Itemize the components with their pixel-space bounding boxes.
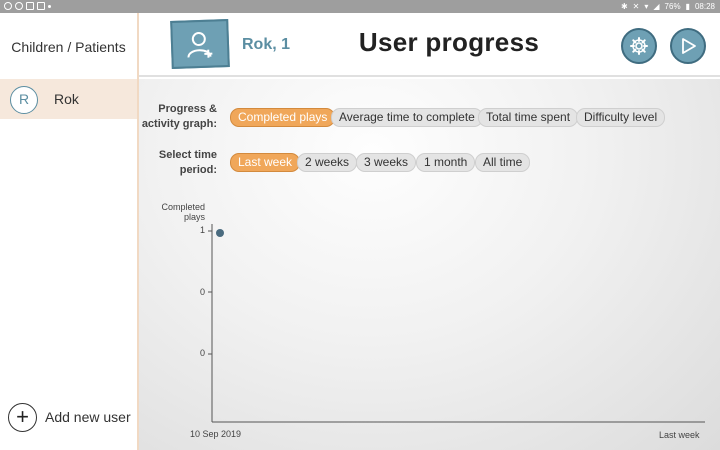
period-option-1-month[interactable]: 1 month: [416, 153, 476, 172]
period-option-3-weeks[interactable]: 3 weeks: [356, 153, 417, 172]
sidebar-item-rok[interactable]: R Rok: [0, 79, 137, 119]
notification-icon: [37, 2, 45, 10]
graph-option-total-time[interactable]: Total time spent: [478, 108, 579, 127]
status-bar-system: ✱ ✕ ▾ ◢ 76% ▮ 08:28: [621, 0, 715, 13]
main-panel: Progress & activity graph: Completed pla…: [139, 79, 720, 450]
page-title: User progress: [358, 27, 540, 57]
wifi-icon: ▾: [644, 2, 649, 11]
signal-icon: ◢: [653, 2, 660, 11]
mute-icon: ✕: [632, 2, 640, 11]
sidebar: Children / Patients R Rok + Add new user: [0, 13, 139, 450]
status-bar-notifications: [4, 0, 51, 10]
gear-icon: [630, 37, 648, 55]
notification-icon: [15, 2, 23, 10]
graph-type-label-line2: activity graph:: [141, 118, 217, 130]
battery-icon: ▮: [685, 2, 690, 11]
chart-canvas: [208, 224, 705, 423]
battery-percent: 76%: [664, 2, 681, 11]
user-card[interactable]: [170, 19, 230, 69]
progress-chart: Completed plays 1 0 0 10 Sep 2019 Last w…: [139, 194, 720, 450]
add-user-icon: [187, 32, 213, 58]
graph-option-completed-plays[interactable]: Completed plays: [230, 108, 336, 127]
data-point-1: [216, 229, 224, 237]
plus-icon: +: [8, 403, 37, 432]
more-notifications-icon: [48, 5, 51, 8]
avatar: R: [10, 86, 38, 114]
user-name: Rok, 1: [242, 36, 291, 53]
add-new-user-label: Add new user: [45, 409, 131, 425]
y-tick-label-3: 0: [199, 348, 205, 358]
play-button[interactable]: [670, 28, 706, 64]
time-period-label: Select time period:: [139, 148, 217, 178]
add-new-user-button[interactable]: + Add new user: [8, 403, 138, 433]
header: Rok, 1 User progress: [139, 13, 720, 77]
clock: 08:28: [694, 2, 715, 11]
status-bar: ✱ ✕ ▾ ◢ 76% ▮ 08:28: [0, 0, 720, 13]
graph-type-label-line1: Progress &: [158, 103, 217, 115]
bluetooth-icon: ✱: [620, 2, 628, 11]
x-axis-end-label: Last week: [659, 430, 700, 440]
period-option-2-weeks[interactable]: 2 weeks: [297, 153, 358, 172]
y-tick-label-2: 0: [199, 287, 205, 297]
sidebar-title: Children / Patients: [11, 39, 126, 55]
y-tick-label-1: 1: [199, 225, 205, 235]
time-period-label-line1: Select time: [158, 149, 217, 161]
graph-type-label: Progress & activity graph:: [139, 102, 217, 132]
graph-option-average-time[interactable]: Average time to complete: [331, 108, 483, 127]
period-option-last-week[interactable]: Last week: [230, 153, 301, 172]
period-option-all-time[interactable]: All time: [475, 153, 531, 172]
sidebar-item-label: Rok: [54, 91, 79, 107]
play-icon: [682, 38, 696, 54]
notification-icon: [26, 2, 34, 10]
graph-option-difficulty[interactable]: Difficulty level: [576, 108, 666, 127]
x-axis-start-label: 10 Sep 2019: [190, 429, 242, 439]
settings-button[interactable]: [621, 28, 657, 64]
time-period-label-line2: period:: [179, 164, 217, 176]
notification-icon: [4, 2, 12, 10]
